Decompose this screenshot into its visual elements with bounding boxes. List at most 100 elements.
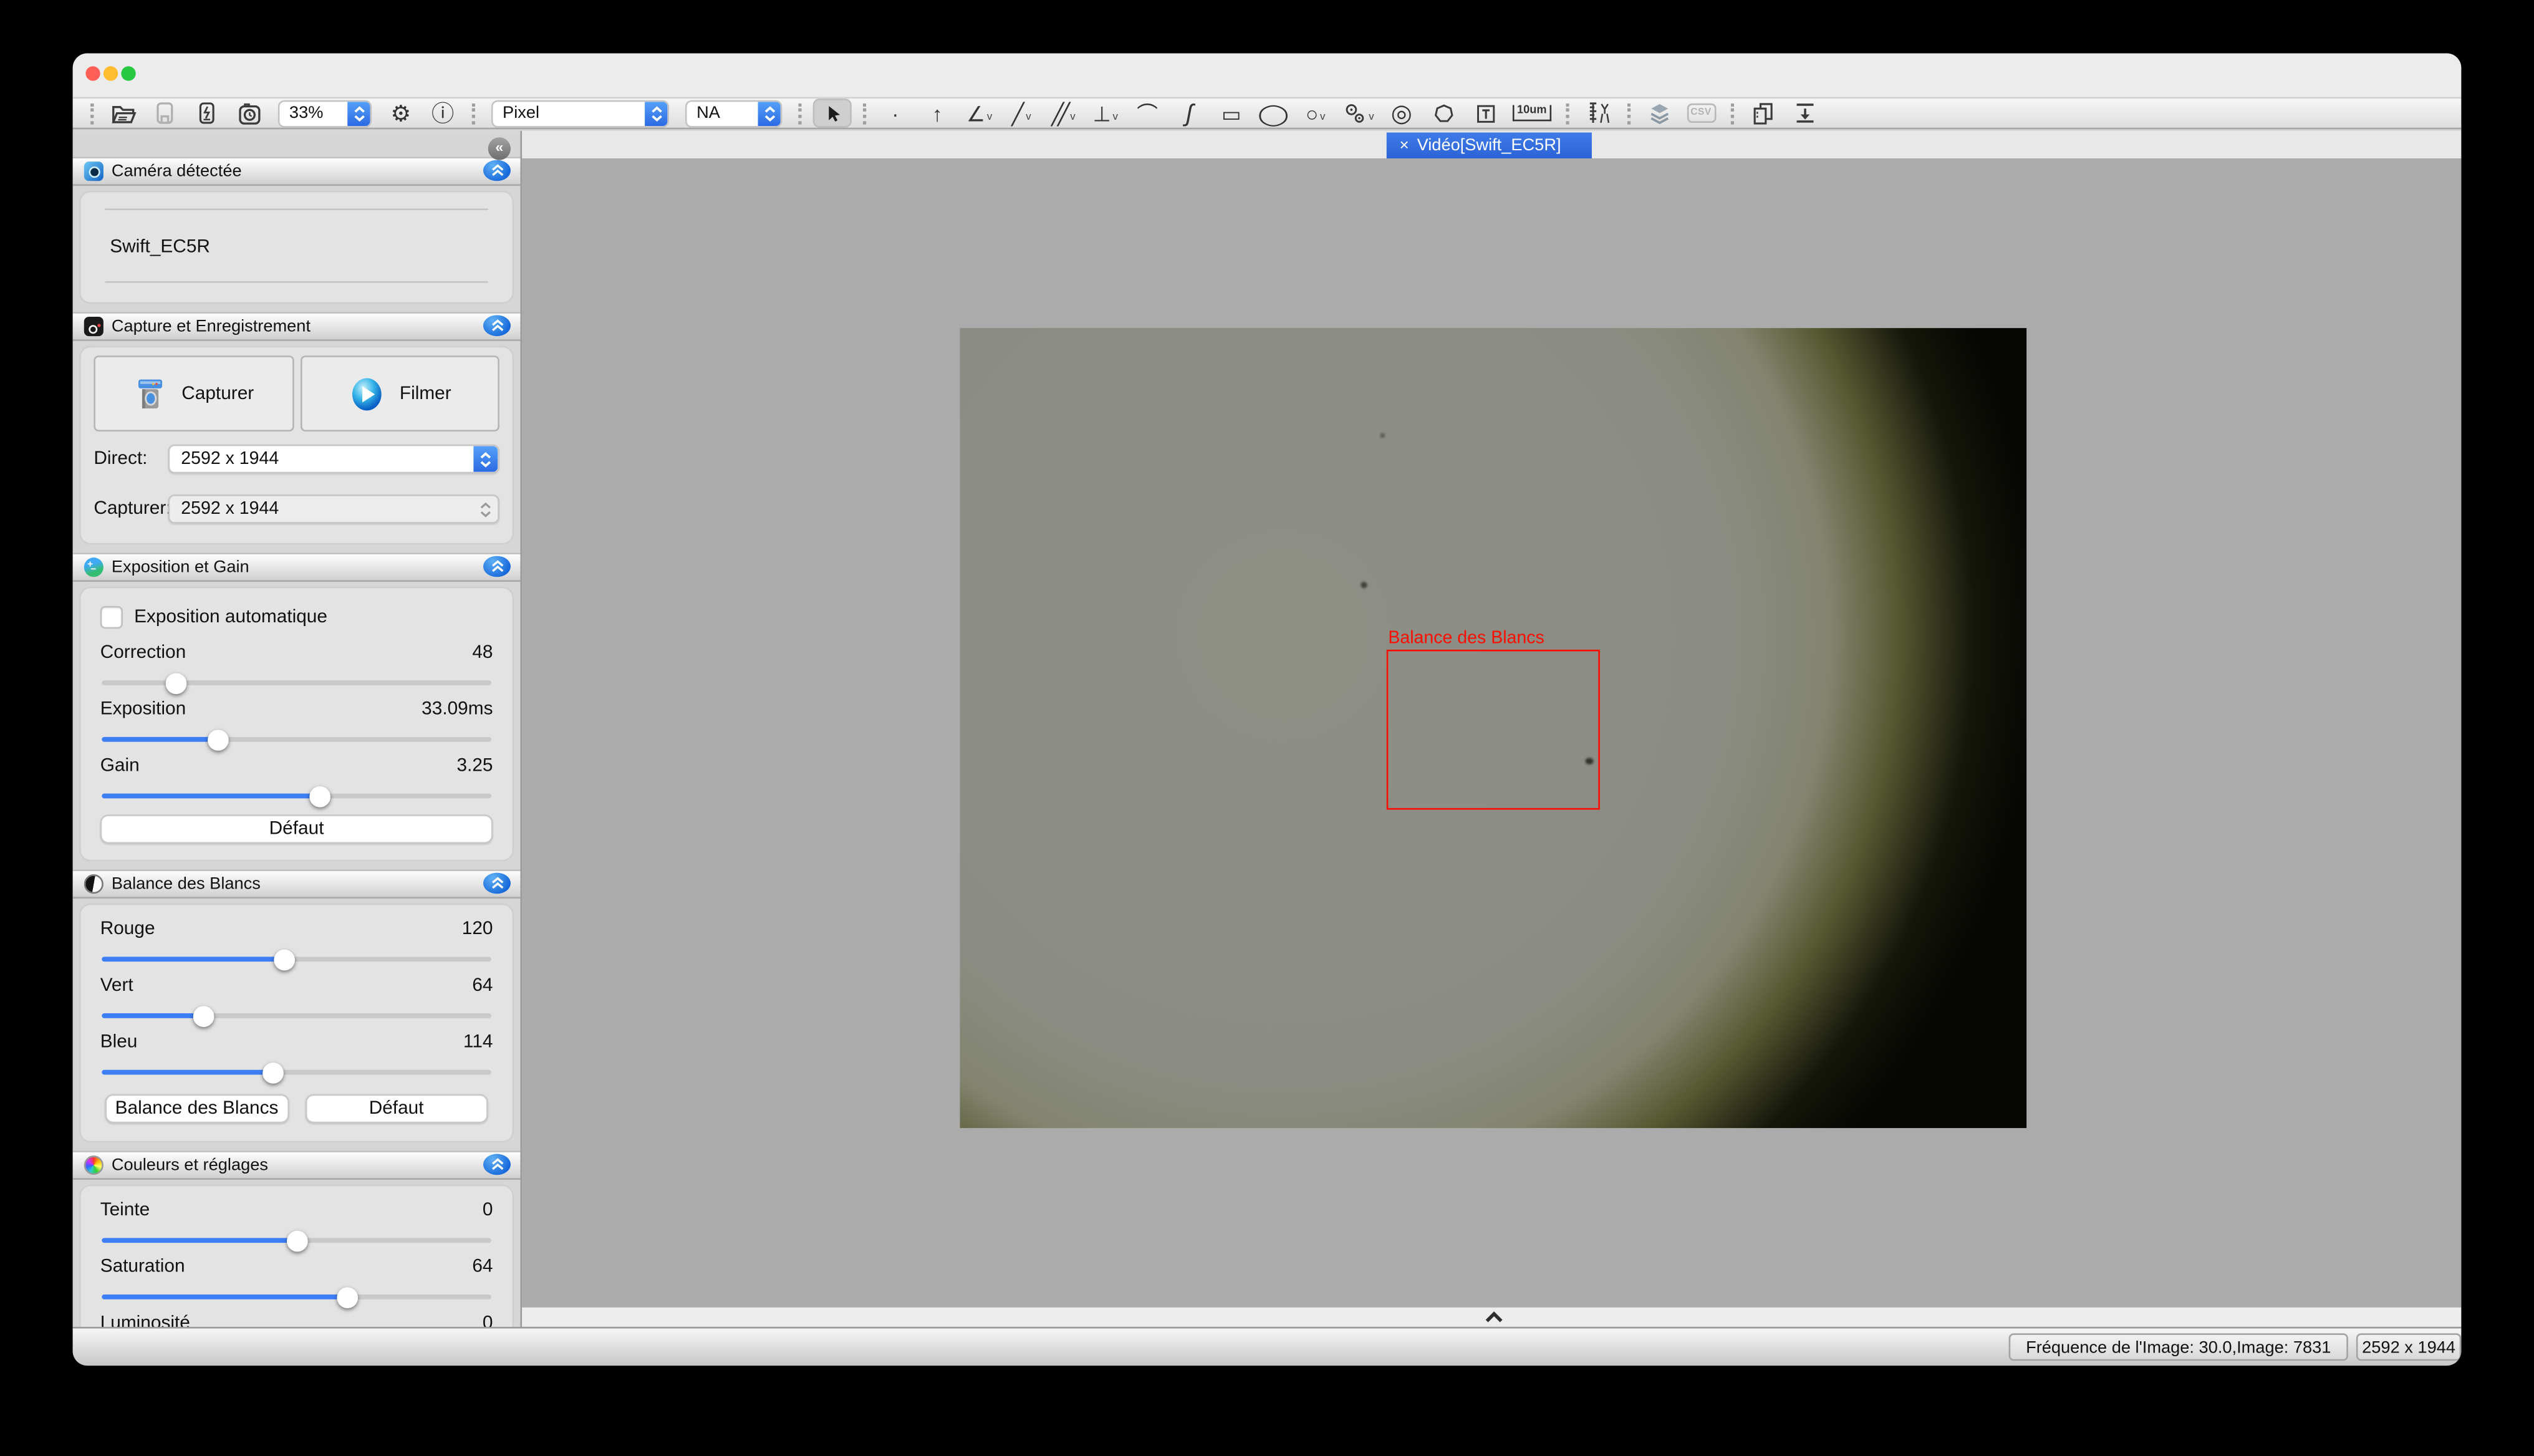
bleu-label: Bleu <box>100 1033 138 1052</box>
pixel-unit-select[interactable]: Pixel <box>491 99 669 127</box>
na-stepper-icon[interactable] <box>758 101 781 125</box>
two-circles-tool-icon[interactable]: v <box>1343 99 1374 128</box>
cursor-tool-icon[interactable] <box>813 99 852 128</box>
bleu-slider-row: Bleu 114 <box>100 1033 493 1074</box>
copy-pages-icon[interactable] <box>1748 99 1777 128</box>
collapse-up-icon[interactable] <box>483 873 511 894</box>
info-icon[interactable]: ⓘ <box>428 99 458 128</box>
csv-export-icon[interactable]: CSV <box>1687 99 1716 128</box>
arc-tool-icon[interactable]: ⌒ <box>1133 99 1162 128</box>
capture-panel-title: Capture et Enregistrement <box>112 317 311 336</box>
film-button-icon <box>348 374 387 413</box>
line-tool-icon[interactable]: ╱v <box>1007 99 1036 128</box>
rouge-value: 120 <box>462 920 493 939</box>
minimize-window-button[interactable] <box>104 66 118 80</box>
white-balance-roi[interactable] <box>1387 650 1600 810</box>
bleu-value: 114 <box>463 1033 493 1052</box>
vert-slider-row: Vert 64 <box>100 976 493 1018</box>
na-select[interactable]: NA <box>685 99 783 127</box>
vert-slider[interactable] <box>102 1013 491 1018</box>
flash-device-icon[interactable] <box>192 99 221 128</box>
scale-bar-tool-icon[interactable]: 10um <box>1513 99 1551 128</box>
gain-value: 3.25 <box>456 756 493 776</box>
camera-panel-header[interactable]: Caméra détectée <box>73 157 521 186</box>
rouge-label: Rouge <box>100 920 155 939</box>
app-window: 33% ⚙ ⓘ Pixel NA <box>73 54 2462 1366</box>
export-down-icon[interactable] <box>1790 99 1819 128</box>
close-window-button[interactable] <box>85 66 100 80</box>
capture-panel-icon <box>84 317 104 336</box>
parallel-tool-icon[interactable]: ╱╱v <box>1049 99 1078 128</box>
point-tool-icon[interactable]: · <box>881 99 910 128</box>
toolbar-separator <box>1730 103 1733 124</box>
wb-default-button[interactable]: Défaut <box>305 1094 488 1124</box>
correction-slider[interactable] <box>102 680 491 685</box>
toolbar-separator <box>90 103 94 124</box>
bottom-panel-expander[interactable] <box>522 1308 2461 1329</box>
zoom-stepper-icon[interactable] <box>347 101 370 125</box>
video-tab-label: Vidéo[Swift_EC5R] <box>1417 136 1561 155</box>
calipers-icon[interactable] <box>1583 99 1612 128</box>
exposure-panel-title: Exposition et Gain <box>112 557 249 577</box>
vert-value: 64 <box>472 976 493 995</box>
layers-icon[interactable] <box>1644 99 1674 128</box>
circle-tool-icon[interactable]: ○v <box>1301 99 1330 128</box>
chevron-up-icon <box>1483 1311 1505 1324</box>
perpendicular-tool-icon[interactable]: ⊥v <box>1091 99 1120 128</box>
rouge-slider-row: Rouge 120 <box>100 920 493 962</box>
gain-label: Gain <box>100 756 140 776</box>
angle-tool-icon[interactable]: ∠v <box>965 99 994 128</box>
target-tool-icon[interactable]: ◎ <box>1387 99 1416 128</box>
capture-panel-header[interactable]: Capture et Enregistrement <box>73 312 521 341</box>
resolution-cell: 2592 x 1944 <box>2356 1333 2461 1361</box>
save-icon[interactable] <box>150 99 180 128</box>
content-area: « Caméra détectée Swift_EC5R <box>73 131 2462 1329</box>
saturation-slider[interactable] <box>102 1294 491 1299</box>
saturation-slider-row: Saturation 64 <box>100 1257 493 1299</box>
capture-resolution-select[interactable]: 2592 x 1944 <box>168 494 499 524</box>
collapse-up-icon[interactable] <box>483 556 511 577</box>
teinte-label: Teinte <box>100 1201 150 1220</box>
tab-close-icon[interactable]: × <box>1399 137 1409 155</box>
rectangle-tool-icon[interactable]: ▭ <box>1217 99 1246 128</box>
wb-panel-header[interactable]: Balance des Blancs <box>73 869 521 899</box>
colors-panel-header[interactable]: Couleurs et réglages <box>73 1150 521 1180</box>
camera-list-item[interactable]: Swift_EC5R <box>105 208 488 282</box>
direct-stepper-icon[interactable] <box>473 446 498 471</box>
exposure-panel-header[interactable]: +− Exposition et Gain <box>73 552 521 582</box>
direct-resolution-select[interactable]: 2592 x 1944 <box>168 445 499 474</box>
sidebar-collapse-icon[interactable]: « <box>488 137 511 160</box>
pixel-stepper-icon[interactable] <box>645 101 667 125</box>
polygon-tool-icon[interactable] <box>1429 99 1458 128</box>
gear-icon[interactable]: ⚙ <box>386 99 415 128</box>
camera-timer-icon[interactable] <box>234 99 264 128</box>
zoom-window-button[interactable] <box>121 66 135 80</box>
microscope-video-image[interactable]: Balance des Blancs <box>960 328 2027 1128</box>
curve-tool-icon[interactable]: ʃ <box>1175 99 1204 128</box>
exposition-slider[interactable] <box>102 737 491 742</box>
exposure-default-button[interactable]: Défaut <box>100 814 493 844</box>
collapse-up-icon[interactable] <box>483 160 511 181</box>
collapse-up-icon[interactable] <box>483 315 511 336</box>
collapse-up-icon[interactable] <box>483 1154 511 1175</box>
sidebar-panels: Caméra détectée Swift_EC5R <box>73 157 521 1328</box>
capture-button[interactable]: Capturer <box>94 355 293 431</box>
gain-slider-row: Gain 3.25 <box>100 756 493 798</box>
teinte-slider[interactable] <box>102 1238 491 1243</box>
zoom-select[interactable]: 33% <box>278 99 372 127</box>
vert-label: Vert <box>100 976 133 995</box>
rouge-slider[interactable] <box>102 957 491 962</box>
text-tool-icon[interactable] <box>1471 99 1500 128</box>
ellipse-tool-icon[interactable]: ◯ <box>1254 99 1293 128</box>
correction-value: 48 <box>472 644 493 663</box>
direct-label: Direct: <box>94 450 168 469</box>
auto-exposure-checkbox[interactable] <box>100 606 123 629</box>
arrow-tool-icon[interactable]: ↑ <box>923 99 952 128</box>
bleu-slider[interactable] <box>102 1070 491 1075</box>
wb-apply-button[interactable]: Balance des Blancs <box>105 1094 288 1124</box>
gain-slider[interactable] <box>102 794 491 799</box>
toolbar-separator <box>798 103 801 124</box>
video-tab[interactable]: × Vidéo[Swift_EC5R] <box>1387 133 1592 158</box>
film-button[interactable]: Filmer <box>300 355 499 431</box>
open-folder-icon[interactable] <box>108 99 138 128</box>
